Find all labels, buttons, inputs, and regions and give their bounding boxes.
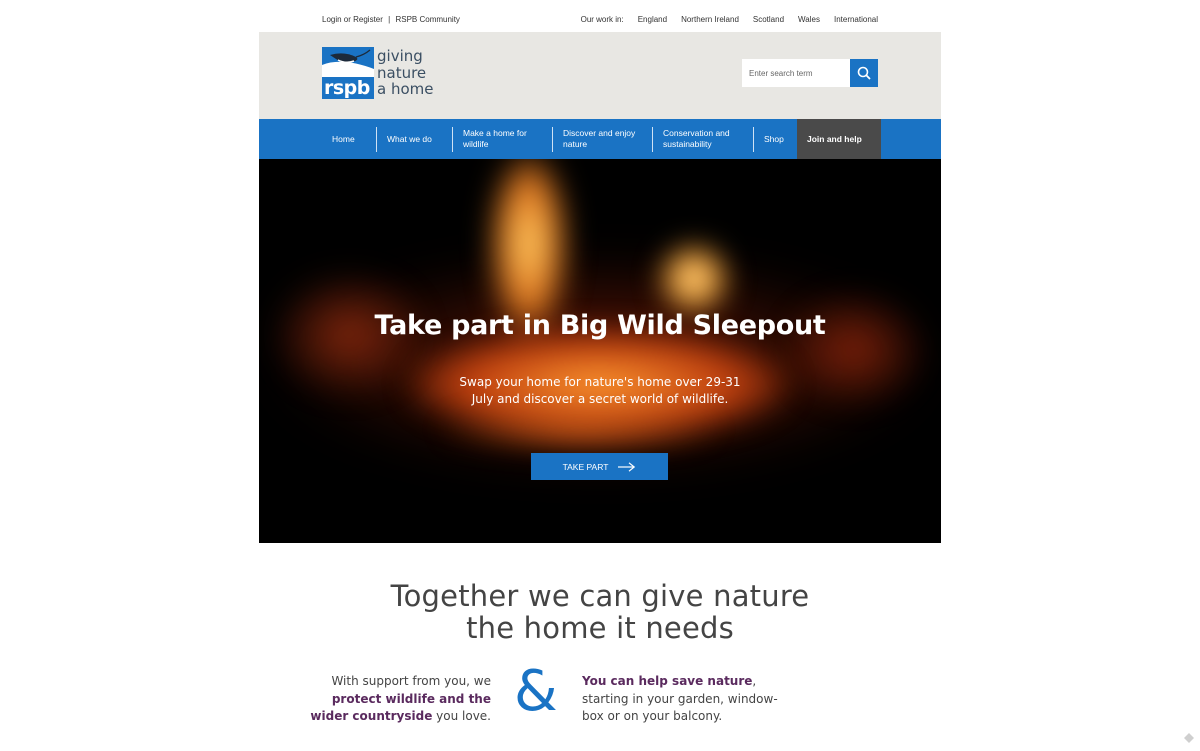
avocet-bird-icon xyxy=(322,49,374,77)
hero-description: Swap your home for nature's home over 29… xyxy=(459,375,741,406)
region-link-international[interactable]: International xyxy=(834,15,878,24)
nav-item-home[interactable]: Home xyxy=(322,119,377,159)
search-button[interactable] xyxy=(850,59,878,87)
intro-left-text: With support from you, we protect wildli… xyxy=(310,674,491,723)
top-utility-bar: Login or Register | RSPB Community Our w… xyxy=(0,0,1200,32)
nav-item-make-a-home[interactable]: Make a home for wildlife xyxy=(453,119,553,159)
site-header: rspb giving nature a home xyxy=(259,32,941,119)
search-icon xyxy=(857,66,871,80)
take-part-label: TAKE PART xyxy=(562,461,609,472)
region-links: Our work in: England Northern Ireland Sc… xyxy=(581,15,878,24)
take-part-button[interactable]: TAKE PART xyxy=(531,453,668,480)
nav-item-shop[interactable]: Shop xyxy=(754,119,797,159)
nav-item-what-we-do[interactable]: What we do xyxy=(377,119,453,159)
nav-item-discover-nature[interactable]: Discover and enjoy nature xyxy=(553,119,653,159)
nav-item-conservation[interactable]: Conservation and sustainability xyxy=(653,119,754,159)
link-divider: | xyxy=(388,15,391,24)
rspb-logo[interactable]: rspb giving nature a home xyxy=(322,47,442,101)
region-link-northern-ireland[interactable]: Northern Ireland xyxy=(681,15,739,24)
hero-background-image xyxy=(259,159,941,543)
intro-right-text: You can help save nature, starting in yo… xyxy=(582,674,778,723)
region-link-wales[interactable]: Wales xyxy=(798,15,820,24)
logo-wordmark: rspb xyxy=(324,77,370,99)
account-links: Login or Register | RSPB Community xyxy=(322,15,460,24)
arrow-right-icon xyxy=(618,461,636,472)
hero-title: Take part in Big Wild Sleepout xyxy=(374,310,826,341)
our-work-label: Our work in: xyxy=(580,15,624,24)
logo-tagline: giving nature a home xyxy=(377,47,434,98)
join-and-help-button[interactable]: Join and help xyxy=(797,119,881,159)
save-nature-link[interactable]: You can help save nature xyxy=(582,674,752,688)
search-input[interactable] xyxy=(742,59,850,87)
corner-widget-icon xyxy=(1184,733,1194,743)
rspb-community-link[interactable]: RSPB Community xyxy=(395,15,459,24)
main-navigation: Home What we do Make a home for wildlife… xyxy=(259,119,941,159)
hero-banner: Take part in Big Wild Sleepout Swap your… xyxy=(259,159,941,543)
intro-heading: Together we can give nature the home it … xyxy=(390,579,810,645)
region-link-scotland[interactable]: Scotland xyxy=(753,15,784,24)
region-link-england[interactable]: England xyxy=(638,15,667,24)
search-box xyxy=(742,59,878,87)
login-register-link[interactable]: Login or Register xyxy=(322,15,383,24)
ampersand-graphic: & xyxy=(514,659,558,724)
logo-mark: rspb xyxy=(322,47,374,99)
